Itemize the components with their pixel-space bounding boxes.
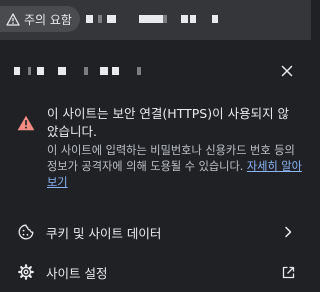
close-button[interactable] xyxy=(276,60,298,82)
external-link-icon xyxy=(279,263,297,281)
warning-triangle-icon xyxy=(17,115,35,131)
site-settings-row[interactable]: 사이트 설정 xyxy=(0,254,311,290)
warning-description: 이 사이트에 입력하는 비밀번호나 신용카드 번호 등의 정보가 공격자에 의해… xyxy=(47,143,305,191)
cookies-label: 쿠키 및 사이트 데이터 xyxy=(46,225,162,241)
warning-title: 이 사이트는 보안 연결(HTTPS)이 사용되지 않았습니다. xyxy=(47,106,290,139)
site-info-popup: 이 사이트는 보안 연결(HTTPS)이 사용되지 않았습니다. 이 사이트에 … xyxy=(0,40,311,292)
site-host-redacted xyxy=(14,66,141,76)
close-icon xyxy=(281,65,293,77)
gear-icon xyxy=(17,263,35,281)
address-bar: 주의 요함 xyxy=(0,0,311,40)
security-status-label: 주의 요함 xyxy=(24,12,72,27)
chevron-right-icon xyxy=(279,223,297,241)
cookie-icon xyxy=(17,223,35,241)
warning-triangle-icon xyxy=(6,12,20,26)
site-settings-label: 사이트 설정 xyxy=(46,265,108,281)
url-text-redacted[interactable] xyxy=(86,15,218,23)
security-status-chip[interactable]: 주의 요함 xyxy=(0,6,80,32)
cookies-and-site-data-row[interactable]: 쿠키 및 사이트 데이터 xyxy=(0,214,311,250)
